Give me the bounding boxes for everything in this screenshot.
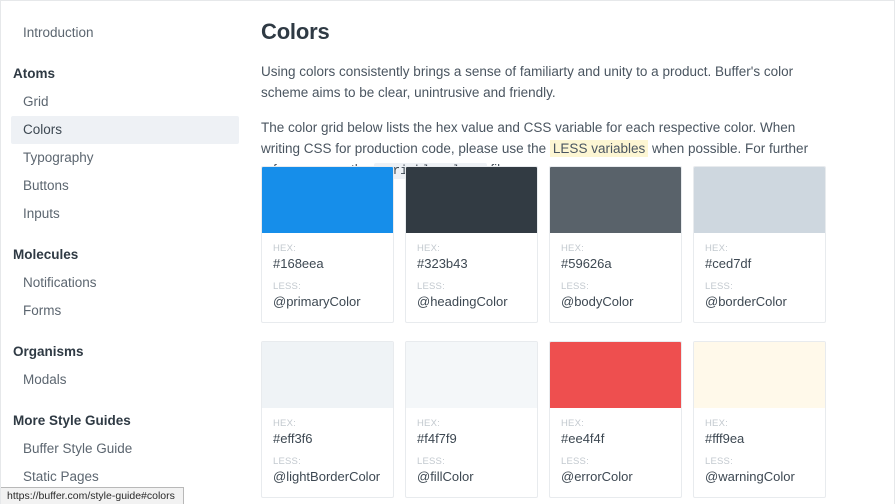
color-swatch-card[interactable]: HEX: #323b43 LESS: @headingColor <box>405 166 538 323</box>
nav-group-more-style-guides: More Style Guides <box>13 413 131 428</box>
color-swatch-preview <box>406 342 537 408</box>
hex-label: HEX: <box>417 418 440 429</box>
less-label: LESS: <box>273 456 301 467</box>
less-label: LESS: <box>561 281 589 292</box>
sidebar-item-colors[interactable]: Colors <box>11 116 239 144</box>
color-swatch-meta: HEX: #ee4f4f LESS: @errorColor <box>550 408 681 497</box>
color-swatch-preview <box>262 167 393 233</box>
hex-label: HEX: <box>273 418 296 429</box>
color-swatch-preview <box>550 342 681 408</box>
color-swatch-meta: HEX: #168eea LESS: @primaryColor <box>262 233 393 322</box>
hex-value: #eff3f6 <box>273 431 313 446</box>
less-label: LESS: <box>705 456 733 467</box>
swatch-row: HEX: #eff3f6 LESS: @lightBorderColor HEX: #f4… <box>261 341 833 498</box>
hex-value: #ced7df <box>705 256 752 271</box>
color-swatch-preview <box>406 167 537 233</box>
color-swatch-card[interactable]: HEX: #ced7df LESS: @borderColor <box>693 166 826 323</box>
color-swatch-meta: HEX: #323b43 LESS: @headingColor <box>406 233 537 322</box>
color-swatch-preview <box>694 342 825 408</box>
color-swatch-grid: HEX: #168eea LESS: @primaryColor HEX: #323b43… <box>261 166 833 504</box>
color-swatch-card[interactable]: HEX: #ee4f4f LESS: @errorColor <box>549 341 682 498</box>
less-value: @lightBorderColor <box>273 469 381 484</box>
color-swatch-meta: HEX: #59626a LESS: @bodyColor <box>550 233 681 322</box>
less-value: @borderColor <box>705 294 787 309</box>
intro-paragraph: Using colors consistently brings a sense… <box>261 64 794 100</box>
hex-label: HEX: <box>417 243 440 254</box>
style-guide-page: Introduction Atoms Grid Colors Typography But… <box>0 0 895 504</box>
sidebar-item-buffer-style-guide[interactable]: Buffer Style Guide <box>11 435 239 463</box>
less-value: @primaryColor <box>273 294 361 309</box>
less-label: LESS: <box>417 281 445 292</box>
sidebar-item-buttons[interactable]: Buttons <box>11 172 239 200</box>
less-value: @errorColor <box>561 469 633 484</box>
hex-label: HEX: <box>705 418 728 429</box>
hex-label: HEX: <box>705 243 728 254</box>
less-variables-highlight: LESS variables <box>549 140 649 157</box>
hex-value: #ee4f4f <box>561 431 605 446</box>
less-value: @bodyColor <box>561 294 634 309</box>
color-swatch-preview <box>694 167 825 233</box>
less-label: LESS: <box>417 456 445 467</box>
swatch-row: HEX: #168eea LESS: @primaryColor HEX: #323b43… <box>261 166 833 323</box>
color-swatch-card[interactable]: HEX: #168eea LESS: @primaryColor <box>261 166 394 323</box>
color-swatch-meta: HEX: #eff3f6 LESS: @lightBorderColor <box>262 408 393 497</box>
color-swatch-card[interactable]: HEX: #f4f7f9 LESS: @fillColor <box>405 341 538 498</box>
color-swatch-card[interactable]: HEX: #eff3f6 LESS: @lightBorderColor <box>261 341 394 498</box>
nav-group-organisms: Organisms <box>13 344 84 359</box>
sidebar-item-notifications[interactable]: Notifications <box>11 269 239 297</box>
less-value: @fillColor <box>417 469 474 484</box>
hex-label: HEX: <box>561 418 584 429</box>
color-swatch-preview <box>262 342 393 408</box>
sidebar-item-grid[interactable]: Grid <box>11 88 239 116</box>
sidebar-nav: Introduction Atoms Grid Colors Typography But… <box>1 1 249 484</box>
sidebar-item-forms[interactable]: Forms <box>11 297 239 325</box>
less-label: LESS: <box>561 456 589 467</box>
page-title: Colors <box>261 19 330 44</box>
color-swatch-meta: HEX: #ced7df LESS: @borderColor <box>694 233 825 322</box>
color-swatch-card[interactable]: HEX: #fff9ea LESS: @warningColor <box>693 341 826 498</box>
hex-value: #323b43 <box>417 256 468 271</box>
hex-value: #168eea <box>273 256 324 271</box>
color-swatch-preview <box>550 167 681 233</box>
hex-value: #fff9ea <box>705 431 745 446</box>
hex-label: HEX: <box>561 243 584 254</box>
nav-group-atoms: Atoms <box>13 66 56 81</box>
color-swatch-card[interactable]: HEX: #59626a LESS: @bodyColor <box>549 166 682 323</box>
sidebar-item-introduction[interactable]: Introduction <box>11 19 239 47</box>
browser-status-bar: https://buffer.com/style-guide#colors <box>1 487 184 504</box>
hex-value: #f4f7f9 <box>417 431 457 446</box>
sidebar-item-inputs[interactable]: Inputs <box>11 200 239 228</box>
color-swatch-meta: HEX: #fff9ea LESS: @warningColor <box>694 408 825 497</box>
sidebar-item-modals[interactable]: Modals <box>11 366 239 394</box>
sidebar-item-typography[interactable]: Typography <box>11 144 239 172</box>
less-value: @headingColor <box>417 294 508 309</box>
main-content: Colors Using colors consistently brings … <box>261 1 891 498</box>
nav-group-molecules: Molecules <box>13 247 79 262</box>
hex-value: #59626a <box>561 256 612 271</box>
less-label: LESS: <box>705 281 733 292</box>
hex-label: HEX: <box>273 243 296 254</box>
color-swatch-meta: HEX: #f4f7f9 LESS: @fillColor <box>406 408 537 497</box>
status-bar-url: https://buffer.com/style-guide#colors <box>7 490 175 502</box>
less-label: LESS: <box>273 281 301 292</box>
less-value: @warningColor <box>705 469 795 484</box>
